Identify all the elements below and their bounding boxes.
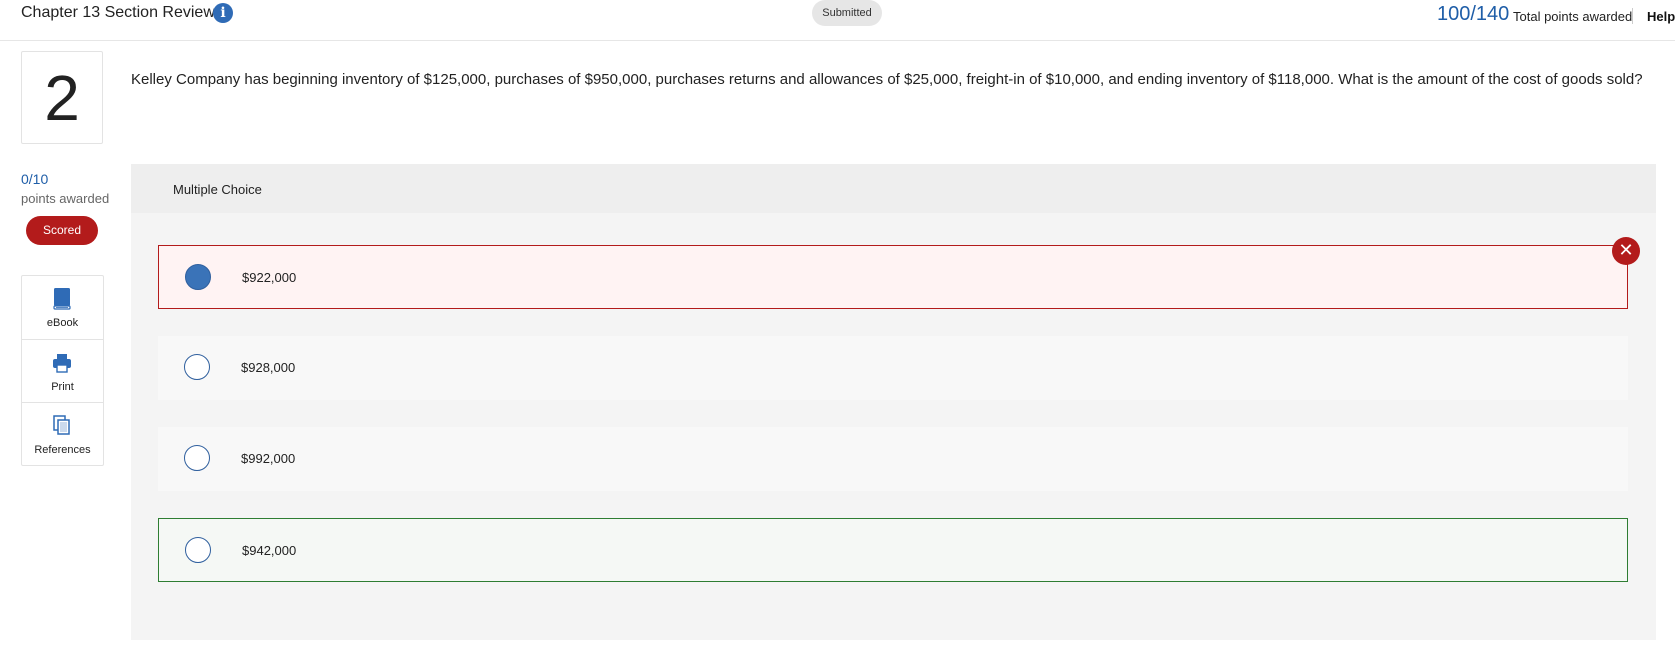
- multiple-choice-panel: Multiple Choice $922,000 $928,000 $992,0…: [131, 164, 1656, 640]
- question-number: 2: [44, 62, 80, 134]
- print-button[interactable]: Print: [22, 339, 103, 403]
- ebook-label: eBook: [46, 317, 79, 329]
- answer-option-2[interactable]: $928,000: [158, 336, 1628, 400]
- points-awarded-caption: points awarded: [21, 191, 110, 206]
- top-header: Chapter 13 Section Review i Submitted 10…: [0, 0, 1675, 41]
- header-divider: [1632, 8, 1633, 24]
- assignment-title: Chapter 13 Section Review: [21, 4, 215, 21]
- question-number-box: 2: [21, 51, 103, 144]
- references-label: References: [34, 444, 91, 456]
- answer-option-label: $942,000: [242, 543, 297, 558]
- printer-icon: [53, 354, 71, 373]
- ebook-button[interactable]: eBook: [22, 276, 103, 339]
- radio-button[interactable]: [184, 445, 210, 471]
- radio-button[interactable]: [184, 354, 210, 380]
- close-icon: ✕: [1612, 237, 1640, 265]
- answer-option-label: $928,000: [241, 360, 296, 375]
- info-icon[interactable]: i: [213, 3, 233, 23]
- help-link[interactable]: Help: [1647, 9, 1675, 24]
- points-awarded-value: 0/10: [21, 171, 49, 187]
- tools-panel: eBook Print References: [21, 275, 104, 466]
- radio-button[interactable]: [185, 537, 211, 563]
- scored-badge: Scored: [26, 216, 98, 245]
- answer-option-label: $922,000: [242, 270, 297, 285]
- total-score-caption: Total points awarded: [1513, 9, 1633, 24]
- question-text: Kelley Company has beginning inventory o…: [131, 71, 1643, 88]
- status-badge: Submitted: [812, 0, 882, 26]
- answer-option-3[interactable]: $992,000: [158, 427, 1628, 491]
- references-button[interactable]: References: [22, 402, 103, 466]
- radio-button[interactable]: [185, 264, 211, 290]
- total-score: 100/140: [1437, 3, 1510, 25]
- question-type-label: Multiple Choice: [173, 182, 262, 197]
- book-icon: [53, 288, 71, 310]
- answer-option-1[interactable]: $922,000: [158, 245, 1628, 309]
- answer-option-4[interactable]: $942,000: [158, 518, 1628, 582]
- print-label: Print: [51, 381, 74, 393]
- answer-option-label: $992,000: [241, 451, 296, 466]
- copy-icon: [53, 415, 70, 435]
- question-type-header: Multiple Choice: [131, 164, 1656, 213]
